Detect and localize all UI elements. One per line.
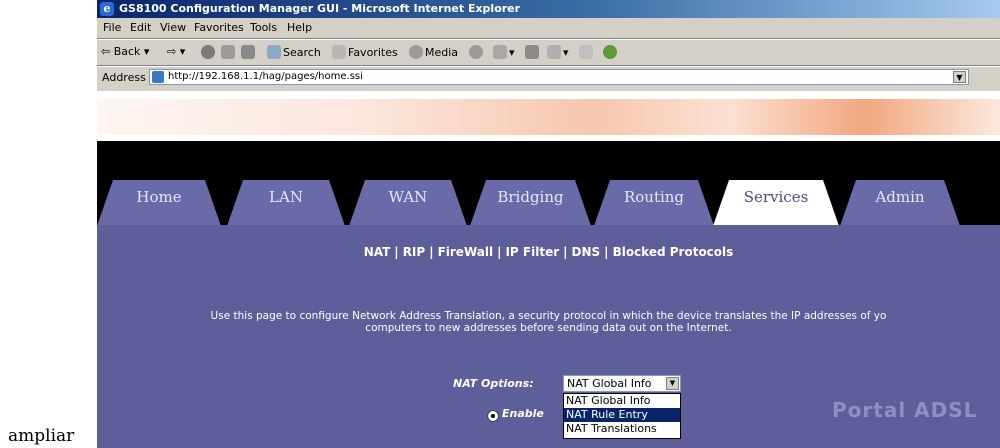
- ie-logo-icon: e: [100, 2, 114, 16]
- page-icon: [152, 71, 164, 83]
- tab-home[interactable]: Home: [97, 180, 221, 226]
- tab-wan[interactable]: WAN: [349, 180, 467, 226]
- address-url[interactable]: http://192.168.1.1/hag/pages/home.ssi: [168, 71, 363, 82]
- option-nat-rule-entry[interactable]: NAT Rule Entry: [564, 408, 680, 422]
- title-bar: e GS8100 Configuration Manager GUI - Mic…: [97, 0, 1000, 18]
- back-button[interactable]: ⇦ Back ▾: [101, 45, 149, 58]
- nat-options-value: NAT Global Info: [567, 377, 652, 390]
- services-panel: NAT | RIP | FireWall | IP Filter | DNS | Blocked P…: [97, 225, 1000, 448]
- page-description: Use this page to configure Network Addre…: [97, 310, 1000, 334]
- history-icon[interactable]: [469, 45, 485, 59]
- forward-button[interactable]: ⇨ ▾: [167, 45, 185, 58]
- option-nat-global-info[interactable]: NAT Global Info: [564, 394, 680, 408]
- toolbar: ⇦ Back ▾ ⇨ ▾ Search Favorites Media ▾ ▾: [97, 40, 1000, 64]
- address-field[interactable]: http://192.168.1.1/hag/pages/home.ssi ▼: [149, 69, 969, 85]
- media-icon: [409, 45, 423, 59]
- menu-favorites[interactable]: Favorites: [194, 21, 244, 34]
- menu-bar: File Edit View Favorites Tools Help: [97, 18, 1000, 38]
- tab-routing[interactable]: Routing: [594, 180, 714, 226]
- subnav-nat[interactable]: NAT: [364, 245, 391, 259]
- menu-file[interactable]: File: [103, 21, 121, 34]
- option-nat-translations[interactable]: NAT Translations: [564, 422, 680, 436]
- subnav-rip[interactable]: RIP: [403, 245, 426, 259]
- back-arrow-icon: ⇦: [101, 45, 111, 58]
- media-button[interactable]: Media: [409, 45, 458, 59]
- mail-icon[interactable]: ▾: [493, 45, 515, 59]
- caption-text: ampliar: [8, 426, 75, 446]
- tab-bridging[interactable]: Bridging: [470, 180, 591, 226]
- nat-options-label: NAT Options:: [453, 377, 534, 390]
- print-icon[interactable]: [525, 45, 541, 59]
- sub-navigation: NAT | RIP | FireWall | IP Filter | DNS | Blocked P…: [363, 245, 734, 259]
- tab-services[interactable]: Services: [713, 180, 839, 226]
- menu-view[interactable]: View: [160, 21, 186, 34]
- browser-window: e GS8100 Configuration Manager GUI - Mic…: [97, 0, 1000, 448]
- page-content: Home LAN WAN Bridging Routing Services A…: [97, 91, 1000, 448]
- menu-tools[interactable]: Tools: [250, 21, 277, 34]
- description-line-2: computers to new addresses before sendin…: [365, 322, 732, 334]
- address-dropdown-icon[interactable]: ▼: [953, 71, 966, 83]
- messenger-icon[interactable]: [603, 45, 619, 59]
- enable-radio[interactable]: [487, 410, 499, 422]
- home-icon[interactable]: [241, 45, 257, 59]
- address-bar: Address http://192.168.1.1/hag/pages/hom…: [97, 67, 1000, 89]
- subnav-blocked-protocols[interactable]: Blocked Protocols: [613, 245, 734, 259]
- description-line-1: Use this page to configure Network Addre…: [210, 310, 887, 322]
- nat-options-select[interactable]: NAT Global Info ▼: [563, 375, 681, 392]
- favorites-icon: [332, 45, 346, 59]
- search-button[interactable]: Search: [267, 45, 321, 59]
- favorites-button[interactable]: Favorites: [332, 45, 398, 59]
- address-label: Address: [102, 71, 146, 84]
- discuss-icon[interactable]: [579, 45, 595, 59]
- menu-help[interactable]: Help: [287, 21, 312, 34]
- subnav-ip-filter[interactable]: IP Filter: [505, 245, 559, 259]
- subnav-dns[interactable]: DNS: [572, 245, 601, 259]
- chevron-down-icon[interactable]: ▼: [666, 377, 679, 390]
- subnav-firewall[interactable]: FireWall: [438, 245, 494, 259]
- window-title: GS8100 Configuration Manager GUI - Micro…: [119, 2, 521, 15]
- nat-options-list: NAT Global Info NAT Rule Entry NAT Trans…: [563, 393, 681, 439]
- edit-icon[interactable]: ▾: [547, 45, 569, 59]
- enable-label: Enable: [502, 407, 544, 420]
- portal-adsl-watermark: Portal ADSL: [832, 398, 978, 422]
- header-banner: [97, 99, 1000, 135]
- search-icon: [267, 45, 281, 59]
- tab-admin[interactable]: Admin: [840, 180, 960, 226]
- refresh-icon[interactable]: [221, 45, 237, 59]
- stop-icon[interactable]: [201, 45, 217, 59]
- menu-edit[interactable]: Edit: [130, 21, 151, 34]
- tab-lan[interactable]: LAN: [227, 180, 345, 226]
